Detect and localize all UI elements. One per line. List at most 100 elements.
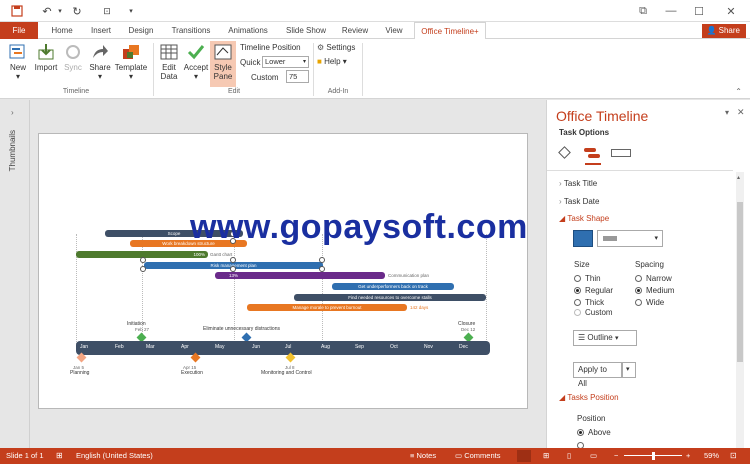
thumbnails-label[interactable]: Thumbnails [8,130,17,171]
sync-button[interactable]: Sync [60,43,86,72]
shape-style-select[interactable]: ▾ [597,230,663,247]
slide-sorter-icon[interactable]: ⊞ [543,448,549,464]
minimize-icon[interactable]: — [664,4,678,18]
outline-button[interactable]: ☰ Outline ▾ [573,330,637,346]
quick-position-select[interactable]: Lower ▾ [262,56,309,68]
table-icon [159,43,179,61]
new-timeline-icon [8,43,28,61]
ribbon-display-icon[interactable]: ⧉ [636,4,650,18]
resize-handle[interactable] [140,266,146,272]
size-thick-radio[interactable]: Thick [574,298,604,307]
style-pane-button[interactable]: Style Pane [210,41,236,87]
pane-scrollbar[interactable]: ▴ [736,172,744,448]
slideshow-icon[interactable]: ▭ [590,448,597,464]
tab-design[interactable]: Design [122,22,160,39]
task-bar-resources[interactable]: Find needed resources to overcome stalls [294,294,486,301]
resize-handle[interactable] [319,257,325,263]
comments-button[interactable]: ▭ Comments [455,448,500,464]
apply-to-all-button[interactable]: Apply to All [573,362,622,388]
fit-to-window-icon[interactable]: ⊡ [730,448,737,464]
timescale-options-icon[interactable] [611,149,631,157]
zoom-out-icon[interactable]: − [614,448,618,464]
tab-animations[interactable]: Animations [222,22,274,39]
resize-handle[interactable] [140,257,146,263]
section-tasks-position[interactable]: ◢ Tasks Position [559,393,619,402]
pane-title: Office Timeline [556,108,649,124]
template-icon [121,43,141,61]
radio-icon [635,275,642,283]
shape-color-swatch[interactable] [573,230,593,247]
slide-canvas[interactable]: Scope Work breakdown structure 100% Gant… [38,133,528,409]
settings-button[interactable]: ⚙ Settings [317,43,355,52]
spacing-narrow-radio[interactable]: Narrow [635,274,672,283]
zoom-level[interactable]: 59% [704,448,719,464]
maximize-icon[interactable]: ☐ [692,4,706,18]
month-label: Dec [459,344,468,350]
tab-view[interactable]: View [378,22,410,39]
expand-thumbnails-icon[interactable]: › [11,108,14,117]
notes-icon: ≡ [410,451,415,460]
notes-button[interactable]: ≡ Notes [410,448,436,464]
zoom-slider-thumb[interactable] [652,452,655,460]
tab-slide-show[interactable]: Slide Show [280,22,332,39]
section-task-title[interactable]: › Task Title [559,179,597,188]
thumbnails-rail: › Thumbnails [0,100,30,448]
help-button[interactable]: ■ Help ▾ [317,57,347,66]
section-task-shape[interactable]: ◢ Task Shape [559,214,609,223]
custom-position-input[interactable]: 75 [286,70,309,83]
tab-file[interactable]: File [0,22,38,39]
customize-toolbar-icon[interactable]: ▾ [124,4,138,18]
new-button[interactable]: New ▾ [4,43,32,81]
close-icon[interactable]: ✕ [724,4,738,18]
spacing-label: Spacing [635,260,664,269]
pane-close-icon[interactable]: ✕ [737,107,745,118]
collapse-ribbon-icon[interactable]: ⌃ [735,87,742,96]
pane-options-icon[interactable]: ▾ [725,108,729,117]
spacing-wide-radio[interactable]: Wide [635,298,664,307]
position-above-radio[interactable]: Above [577,428,611,437]
tab-review[interactable]: Review [336,22,374,39]
apply-dropdown-button[interactable]: ▾ [622,362,636,378]
gridline [486,234,487,346]
scrollbar-thumb[interactable] [737,202,743,362]
template-button[interactable]: Template ▾ [114,43,148,81]
spell-check-icon[interactable]: ⊞ [56,448,63,464]
save-icon[interactable] [10,4,24,18]
milestone-options-icon[interactable] [558,146,571,159]
reading-view-icon[interactable]: ▯ [567,448,571,464]
undo-dropdown-icon[interactable]: ▾ [53,4,67,18]
normal-view-icon[interactable] [517,450,531,462]
import-button[interactable]: Import [32,43,60,72]
task-bar-underperformers[interactable]: Get underperformers back on track [332,283,454,290]
task-bar-morale[interactable]: Manage morale to prevent burnout [247,304,407,311]
tab-home[interactable]: Home [44,22,80,39]
month-label: Jun [252,344,261,350]
tab-insert[interactable]: Insert [84,22,118,39]
share-timeline-button[interactable]: Share ▾ [86,43,114,81]
size-thin-radio[interactable]: Thin [574,274,601,283]
size-regular-radio[interactable]: Regular [574,286,613,295]
tab-office-timeline[interactable]: Office Timeline+ [414,22,486,40]
radio-icon [574,275,581,283]
spacing-medium-radio[interactable]: Medium [635,286,674,295]
zoom-in-icon[interactable]: + [686,448,690,464]
scroll-up-icon[interactable]: ▴ [737,174,740,181]
present-icon[interactable]: ⊡ [100,4,114,18]
task-options-icon[interactable] [583,146,601,162]
task-bar-communication[interactable]: 13% [215,272,385,279]
language-indicator[interactable]: English (United States) [76,448,153,464]
redo-icon[interactable]: ↻ [70,4,84,18]
timeline-position-label: Timeline Position [240,43,301,52]
tab-transitions[interactable]: Transitions [166,22,216,39]
chevron-down-icon: ▾ [626,366,630,373]
share-button[interactable]: 👤 Share [702,24,746,38]
resize-handle[interactable] [230,257,236,263]
chevron-down-icon: ◢ [559,214,566,223]
edit-data-button[interactable]: Edit Data [156,43,182,81]
undo-icon[interactable]: ↶ [40,4,54,18]
size-custom-radio[interactable]: Custom [574,308,613,317]
accept-button[interactable]: Accept ▾ [182,43,210,81]
resize-handle[interactable] [319,266,325,272]
section-task-date[interactable]: › Task Date [559,197,599,206]
resize-handle[interactable] [230,266,236,272]
